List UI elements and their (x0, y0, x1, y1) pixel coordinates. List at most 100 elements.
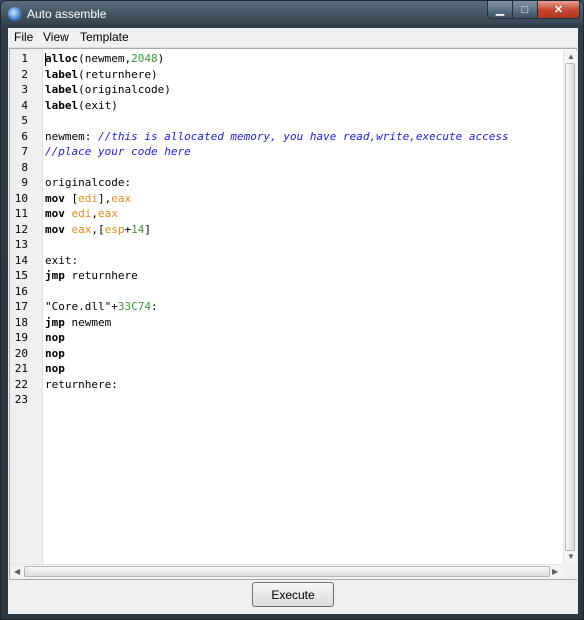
code-token: (exit) (78, 98, 118, 112)
line-number: 21 (14, 362, 28, 375)
text-caret (45, 53, 46, 66)
vertical-scrollbar[interactable]: ▲ ▼ (563, 50, 577, 564)
code-token: nop (45, 331, 65, 344)
execute-button[interactable]: Execute (252, 582, 334, 607)
auto-assemble-window: Auto assemble ▁ □ ✕ File View Template 1… (0, 0, 584, 620)
line-number: 12 (14, 222, 28, 236)
code-token: mov (45, 191, 65, 205)
close-icon: ✕ (553, 4, 564, 16)
line-number: 1 (21, 52, 28, 65)
line-number: 7 (21, 145, 28, 158)
cheat-engine-icon (8, 7, 22, 21)
scroll-left-icon[interactable]: ◀ (14, 567, 20, 576)
scrollbar-corner (563, 564, 577, 579)
code-line: jmp newmem (45, 316, 111, 329)
code-token: edi (78, 191, 98, 205)
code-token: newmem (64, 315, 112, 329)
code-token: , (91, 207, 98, 220)
code-token: returnhere: (45, 377, 118, 391)
code-line: mov eax,[esp+14] (45, 223, 151, 236)
code-line: label(returnhere) (45, 68, 158, 81)
code-token: exit: (45, 253, 79, 267)
code-line: returnhere: (45, 378, 118, 391)
code-line: alloc(newmem,2048) (45, 52, 164, 65)
line-number: 17 (14, 300, 28, 313)
code-token: "Core.dll"+ (45, 300, 118, 313)
line-number: 13 (14, 238, 28, 251)
line-number-gutter: 1 2 3 4 5 6 7 8 9 10 11 12 13 14 15 16 17 18 19 20 21 22 23 (10, 49, 43, 579)
maximize-button[interactable]: □ (512, 1, 538, 19)
line-number: 16 (14, 284, 28, 298)
maximize-icon: □ (521, 3, 529, 16)
code-line: nop (45, 347, 65, 360)
code-line: nop (45, 362, 65, 375)
code-token: ,[ (91, 222, 105, 236)
minimize-button[interactable]: ▁ (487, 1, 513, 19)
close-button[interactable]: ✕ (537, 1, 580, 19)
code-line: mov [edi],eax (45, 192, 131, 205)
code-token: 2048 (131, 52, 158, 65)
code-line: exit: (45, 254, 78, 267)
code-line: nop (45, 331, 65, 344)
code-token: //this is allocated memory, you have rea… (97, 129, 509, 143)
code-token: nop (45, 362, 65, 375)
line-number: 22 (14, 377, 28, 391)
code-token: eax (71, 222, 92, 236)
code-token: ] (144, 222, 151, 236)
menu-template[interactable]: Template (80, 30, 129, 44)
menu-view[interactable]: View (43, 30, 69, 44)
line-number: 18 (14, 315, 28, 329)
menu-file[interactable]: File (14, 30, 33, 44)
line-number: 5 (21, 114, 28, 127)
code-token: [ (64, 191, 79, 205)
code-token: eax (98, 207, 118, 220)
code-token: mov (45, 207, 65, 220)
code-line: mov edi,eax (45, 207, 118, 220)
code-token: eax (111, 191, 132, 205)
window-client-area: File View Template 1 2 3 4 5 6 7 8 9 10 11 12 13 14 15… (8, 28, 578, 614)
title-bar[interactable]: Auto assemble ▁ □ ✕ (1, 1, 583, 27)
line-number: 20 (14, 346, 28, 360)
line-number: 6 (21, 129, 28, 143)
code-editor[interactable]: 1 2 3 4 5 6 7 8 9 10 11 12 13 14 15 16 17 18 19 20 21 22 23 al… (9, 48, 577, 580)
horizontal-scroll-thumb[interactable] (24, 566, 550, 577)
code-line: originalcode: (45, 176, 131, 189)
code-token: returnhere (64, 269, 138, 282)
line-number: 19 (14, 331, 28, 344)
scroll-right-icon[interactable]: ▶ (552, 567, 558, 576)
code-token: (newmem, (78, 52, 132, 65)
code-token: jmp (45, 269, 65, 282)
code-line: "Core.dll"+33C74: (45, 300, 158, 313)
code-token: label (45, 83, 79, 96)
scroll-up-icon[interactable]: ▲ (567, 52, 575, 61)
code-token: (originalcode) (78, 83, 171, 96)
line-number: 3 (21, 83, 28, 96)
line-number: 2 (21, 67, 28, 81)
code-token: 33C74 (117, 300, 151, 313)
vertical-scroll-thumb[interactable] (565, 63, 575, 551)
minimize-icon: ▁ (495, 4, 505, 16)
line-number: 11 (14, 207, 28, 220)
code-token: nop (45, 346, 65, 360)
line-number: 14 (14, 253, 28, 267)
code-token: newmem: (45, 129, 98, 143)
code-token: label (45, 98, 79, 112)
code-line: newmem: //this is allocated memory, you … (45, 130, 509, 143)
code-token: ], (98, 191, 112, 205)
line-number: 4 (21, 98, 28, 112)
horizontal-scrollbar[interactable]: ◀ ▶ (11, 564, 563, 579)
code-token: ) (157, 52, 165, 65)
code-token: jmp (45, 315, 65, 329)
line-number: 9 (21, 176, 28, 189)
code-token: : (150, 300, 158, 313)
code-token: //place your code here (45, 145, 191, 158)
window-title: Auto assemble (27, 7, 107, 21)
code-line: jmp returnhere (45, 269, 138, 282)
scroll-down-icon[interactable]: ▼ (567, 552, 575, 561)
line-number: 15 (14, 269, 28, 282)
code-token: esp (104, 222, 125, 236)
code-token: alloc (45, 52, 79, 65)
code-token: 14 (131, 222, 145, 236)
